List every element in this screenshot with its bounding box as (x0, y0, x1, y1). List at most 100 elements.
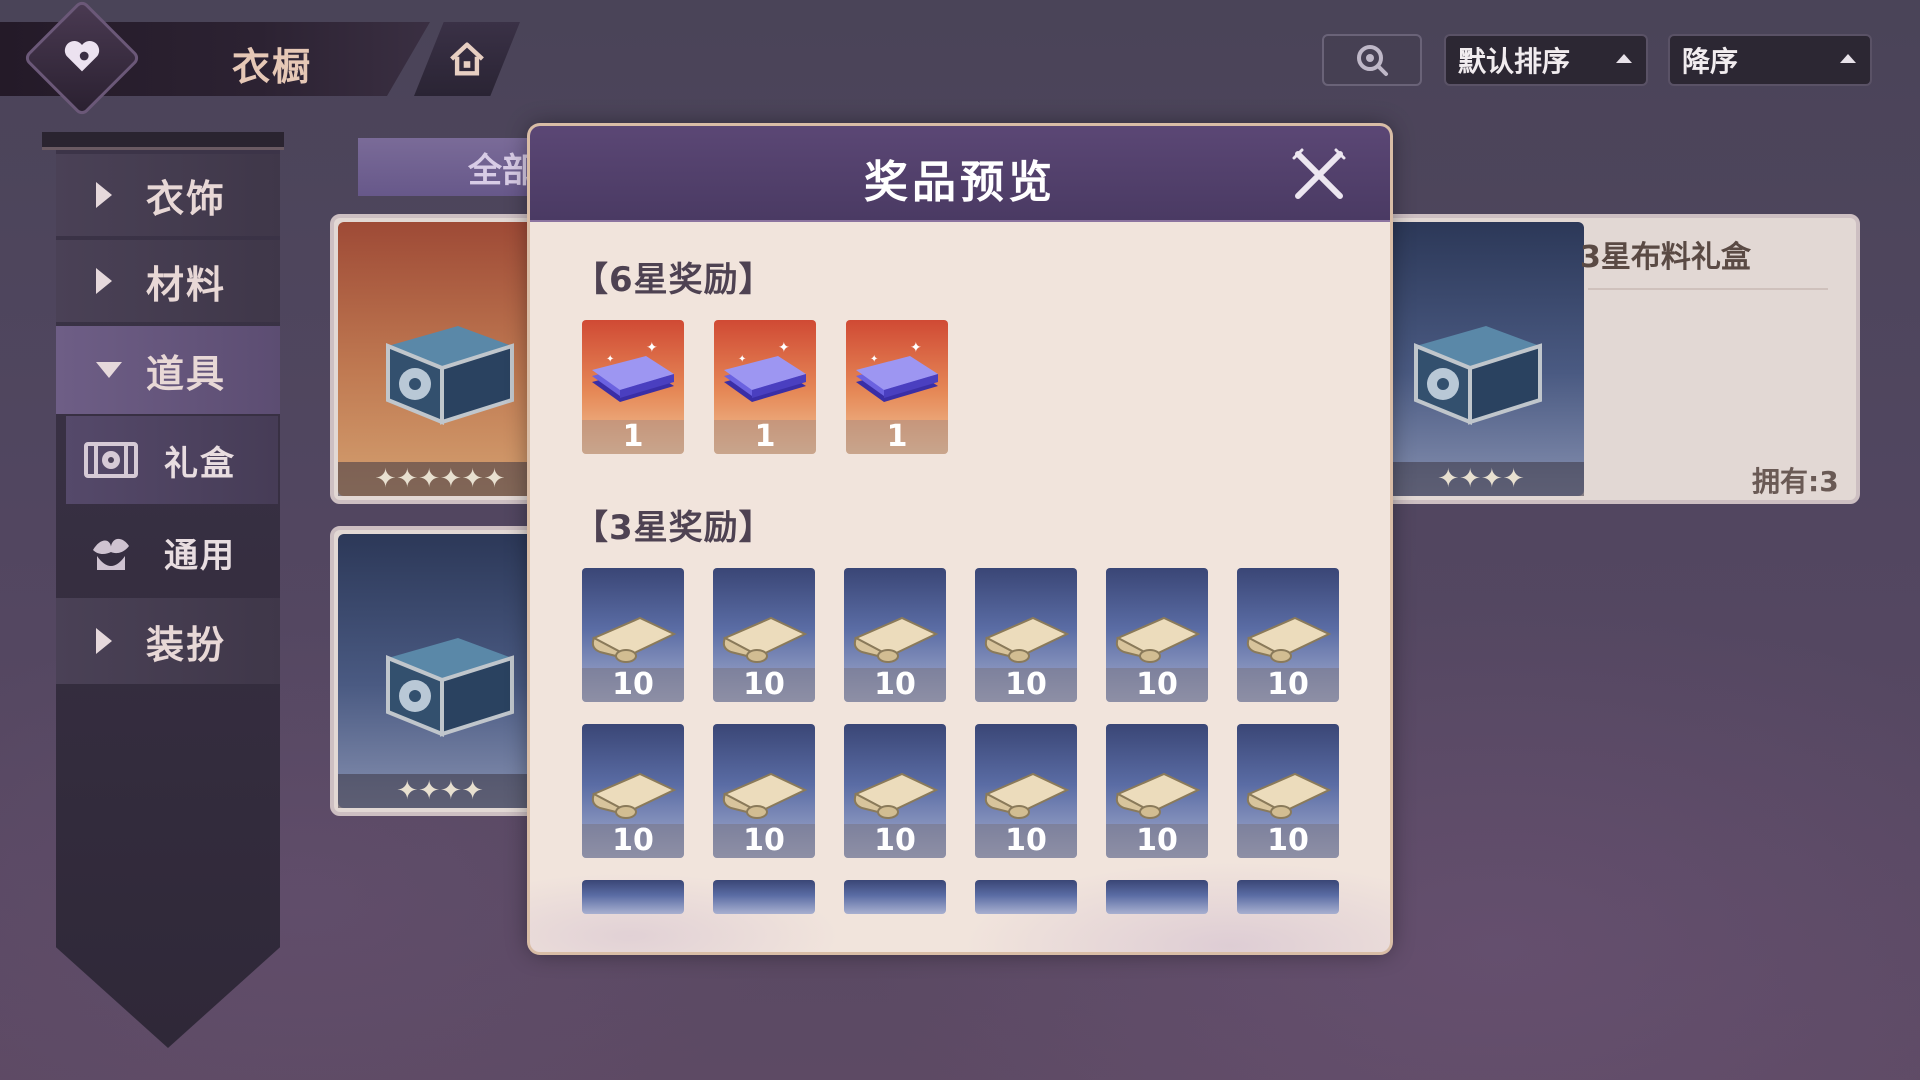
reward-item-3star-partial[interactable] (1237, 880, 1339, 914)
item-card[interactable]: ✦✦✦✦✦✦ (330, 214, 550, 504)
reward-item-3star[interactable]: 10 (1237, 724, 1339, 858)
reward-item-3star[interactable]: 10 (1106, 568, 1208, 702)
sidebar-subitem-giftbox[interactable]: 礼盒 (66, 416, 278, 504)
reward-item-3star[interactable]: 10 (975, 724, 1077, 858)
sidebar-item-label: 道具 (146, 351, 227, 396)
chevron-down-icon (96, 362, 122, 378)
section-title-3star: 【3星奖励】 (574, 508, 774, 548)
fabric-bolt-icon: ✦✦ (856, 340, 938, 402)
reward-quantity: 10 (582, 668, 684, 702)
svg-text:✦: ✦ (646, 340, 658, 356)
reward-quantity: 10 (844, 668, 946, 702)
svg-text:✦: ✦ (910, 340, 922, 356)
reward-item-3star[interactable]: 10 (713, 568, 815, 702)
reward-item-3star[interactable]: 10 (582, 724, 684, 858)
order-select[interactable]: 降序 (1668, 34, 1872, 86)
sidebar-subitem-label: 通用 (164, 535, 236, 576)
cloth-scroll-icon (984, 616, 1070, 663)
cloth-scroll-icon (591, 772, 677, 819)
reward-item-3star-partial[interactable] (1106, 880, 1208, 914)
search-icon (1357, 45, 1388, 76)
sidebar-item-dressup[interactable]: 装扮 (56, 598, 280, 684)
cloth-scroll-icon (591, 616, 677, 663)
reward-quantity: 10 (1106, 824, 1208, 858)
cloth-scroll-icon (984, 772, 1070, 819)
reward-item-3star[interactable]: 10 (1106, 724, 1208, 858)
item-card-rarity: ✦✦✦✦ (338, 774, 542, 808)
reward-quantity: 10 (1106, 668, 1208, 702)
chest-icon (386, 326, 514, 425)
reward-item-3star[interactable]: 10 (713, 724, 815, 858)
cloth-scroll-icon (1246, 616, 1332, 663)
chevron-right-icon (96, 268, 112, 294)
cloth-scroll-icon (1115, 772, 1201, 819)
reward-item-3star[interactable]: 10 (582, 568, 684, 702)
reward-item-6star[interactable]: ✦ ✦ 1 (582, 320, 684, 454)
sidebar-subitem-label: 礼盒 (164, 443, 236, 484)
sidebar-item-label: 装扮 (146, 622, 227, 667)
search-button[interactable] (1322, 34, 1422, 86)
reward-item-3star-partial[interactable] (844, 880, 946, 914)
chevron-right-icon (96, 182, 112, 208)
reward-preview-dialog: 奖品预览 【6星奖励】 【3星奖励】 ✦ ✦ 1 ✦ ✦ 1 ✦ ✦ 1 10 10 10 10 10 10… (530, 126, 1390, 952)
order-select-label: 降序 (1682, 45, 1739, 78)
divider (1588, 288, 1828, 290)
caret-up-icon (1616, 54, 1632, 63)
cloth-scroll-icon (1115, 616, 1201, 663)
reward-quantity: 1 (714, 420, 816, 454)
sidebar-item-props[interactable]: 道具 (56, 326, 280, 414)
home-button[interactable] (414, 22, 520, 96)
sidebar-item-label: 材料 (146, 262, 227, 307)
sidebar-item-label: 衣饰 (146, 176, 227, 221)
page-title: 衣橱 (232, 45, 313, 89)
reward-item-6star[interactable]: ✦ ✦ 1 (846, 320, 948, 454)
reward-quantity: 1 (846, 420, 948, 454)
item-card-rarity: ✦✦✦✦ (1378, 462, 1584, 496)
sidebar-item-apparel[interactable]: 衣饰 (56, 154, 280, 236)
item-card-rarity: ✦✦✦✦✦✦ (338, 462, 542, 496)
item-card[interactable]: ✦✦✦✦ (330, 526, 550, 816)
filter-tab-label: 全部 (468, 150, 536, 191)
reward-item-3star-partial[interactable] (582, 880, 684, 914)
sidebar-subitem-general[interactable]: 通用 (66, 508, 278, 596)
reward-item-3star-partial[interactable] (713, 880, 815, 914)
fabric-bolt-icon: ✦✦ (724, 340, 806, 402)
svg-text:✦: ✦ (738, 354, 746, 365)
reward-quantity: 10 (975, 824, 1077, 858)
sprout-icon (84, 531, 138, 573)
reward-item-3star[interactable]: 10 (975, 568, 1077, 702)
svg-text:✦: ✦ (778, 340, 790, 356)
svg-text:✦: ✦ (870, 354, 878, 365)
sort-select[interactable]: 默认排序 (1444, 34, 1648, 86)
cloth-scroll-icon (722, 772, 808, 819)
filter-tab-all[interactable]: 全部 (358, 138, 558, 196)
reward-item-3star[interactable]: 10 (1237, 568, 1339, 702)
sort-select-label: 默认排序 (1458, 45, 1571, 78)
heart-icon (56, 30, 108, 82)
home-icon (450, 42, 484, 76)
svg-text:✦: ✦ (606, 354, 614, 365)
sidebar-item-materials[interactable]: 材料 (56, 240, 280, 322)
reward-quantity: 1 (582, 420, 684, 454)
item-card-title: 3星布料礼盒 (1580, 240, 1751, 275)
reward-quantity: 10 (1237, 668, 1339, 702)
reward-item-3star-partial[interactable] (975, 880, 1077, 914)
chest-icon (386, 638, 514, 737)
item-card-owned-count: 拥有:3 (1752, 465, 1839, 498)
caret-up-icon (1840, 54, 1856, 63)
reward-quantity: 10 (1237, 824, 1339, 858)
reward-item-6star[interactable]: ✦ ✦ 1 (714, 320, 816, 454)
top-bar: 衣橱 (0, 0, 520, 118)
reward-quantity: 10 (713, 668, 815, 702)
dialog-title: 奖品预览 (864, 157, 1056, 208)
cloth-scroll-icon (853, 772, 939, 819)
reward-item-3star[interactable]: 10 (844, 724, 946, 858)
reward-quantity: 10 (844, 824, 946, 858)
reward-quantity: 10 (713, 824, 815, 858)
cloth-scroll-icon (1246, 772, 1332, 819)
reward-item-3star[interactable]: 10 (844, 568, 946, 702)
close-icon[interactable] (1292, 148, 1346, 202)
sidebar-top-bar (42, 132, 284, 150)
cloth-scroll-icon (853, 616, 939, 663)
reward-quantity: 10 (582, 824, 684, 858)
